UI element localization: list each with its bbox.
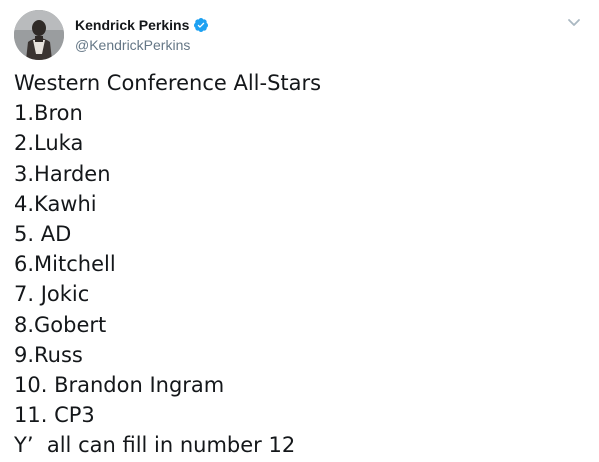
tweet-line: 4.Kawhi bbox=[14, 191, 97, 216]
display-name[interactable]: Kendrick Perkins bbox=[75, 15, 189, 35]
tweet-line: 10. Brandon Ingram bbox=[14, 372, 225, 397]
tweet-header: Kendrick Perkins @KendrickPerkins bbox=[14, 10, 585, 62]
author-names: Kendrick Perkins @KendrickPerkins bbox=[75, 15, 495, 55]
tweet-line: 8.Gobert bbox=[14, 312, 107, 337]
tweet-line: 2.Luka bbox=[14, 131, 84, 156]
avatar[interactable] bbox=[14, 10, 64, 60]
tweet-line: 6.Mitchell bbox=[14, 252, 116, 277]
tweet-line: 3.Harden bbox=[14, 161, 111, 186]
tweet-line: 11. CP3 bbox=[14, 403, 95, 428]
tweet-line: 5. AD bbox=[14, 221, 72, 246]
tweet-card: Kendrick Perkins @KendrickPerkins Wester… bbox=[0, 0, 599, 462]
tweet-line-heading: Western Conference All-Stars bbox=[14, 71, 322, 95]
author-handle[interactable]: @KendrickPerkins bbox=[75, 36, 190, 54]
tweet-line: 7. Jokic bbox=[14, 282, 90, 307]
avatar-photo bbox=[14, 10, 64, 60]
verified-badge-icon bbox=[194, 18, 209, 32]
tweet-text: Western Conference All-Stars 1.Bron 2.Lu… bbox=[14, 68, 585, 460]
chevron-down-icon[interactable] bbox=[566, 14, 582, 30]
tweet-line: 1.Bron bbox=[14, 101, 83, 126]
tweet-line-closing: Y’ all can fill in number 12 bbox=[14, 433, 296, 458]
tweet-line: 9.Russ bbox=[14, 342, 83, 367]
display-name-row: Kendrick Perkins bbox=[75, 15, 209, 35]
